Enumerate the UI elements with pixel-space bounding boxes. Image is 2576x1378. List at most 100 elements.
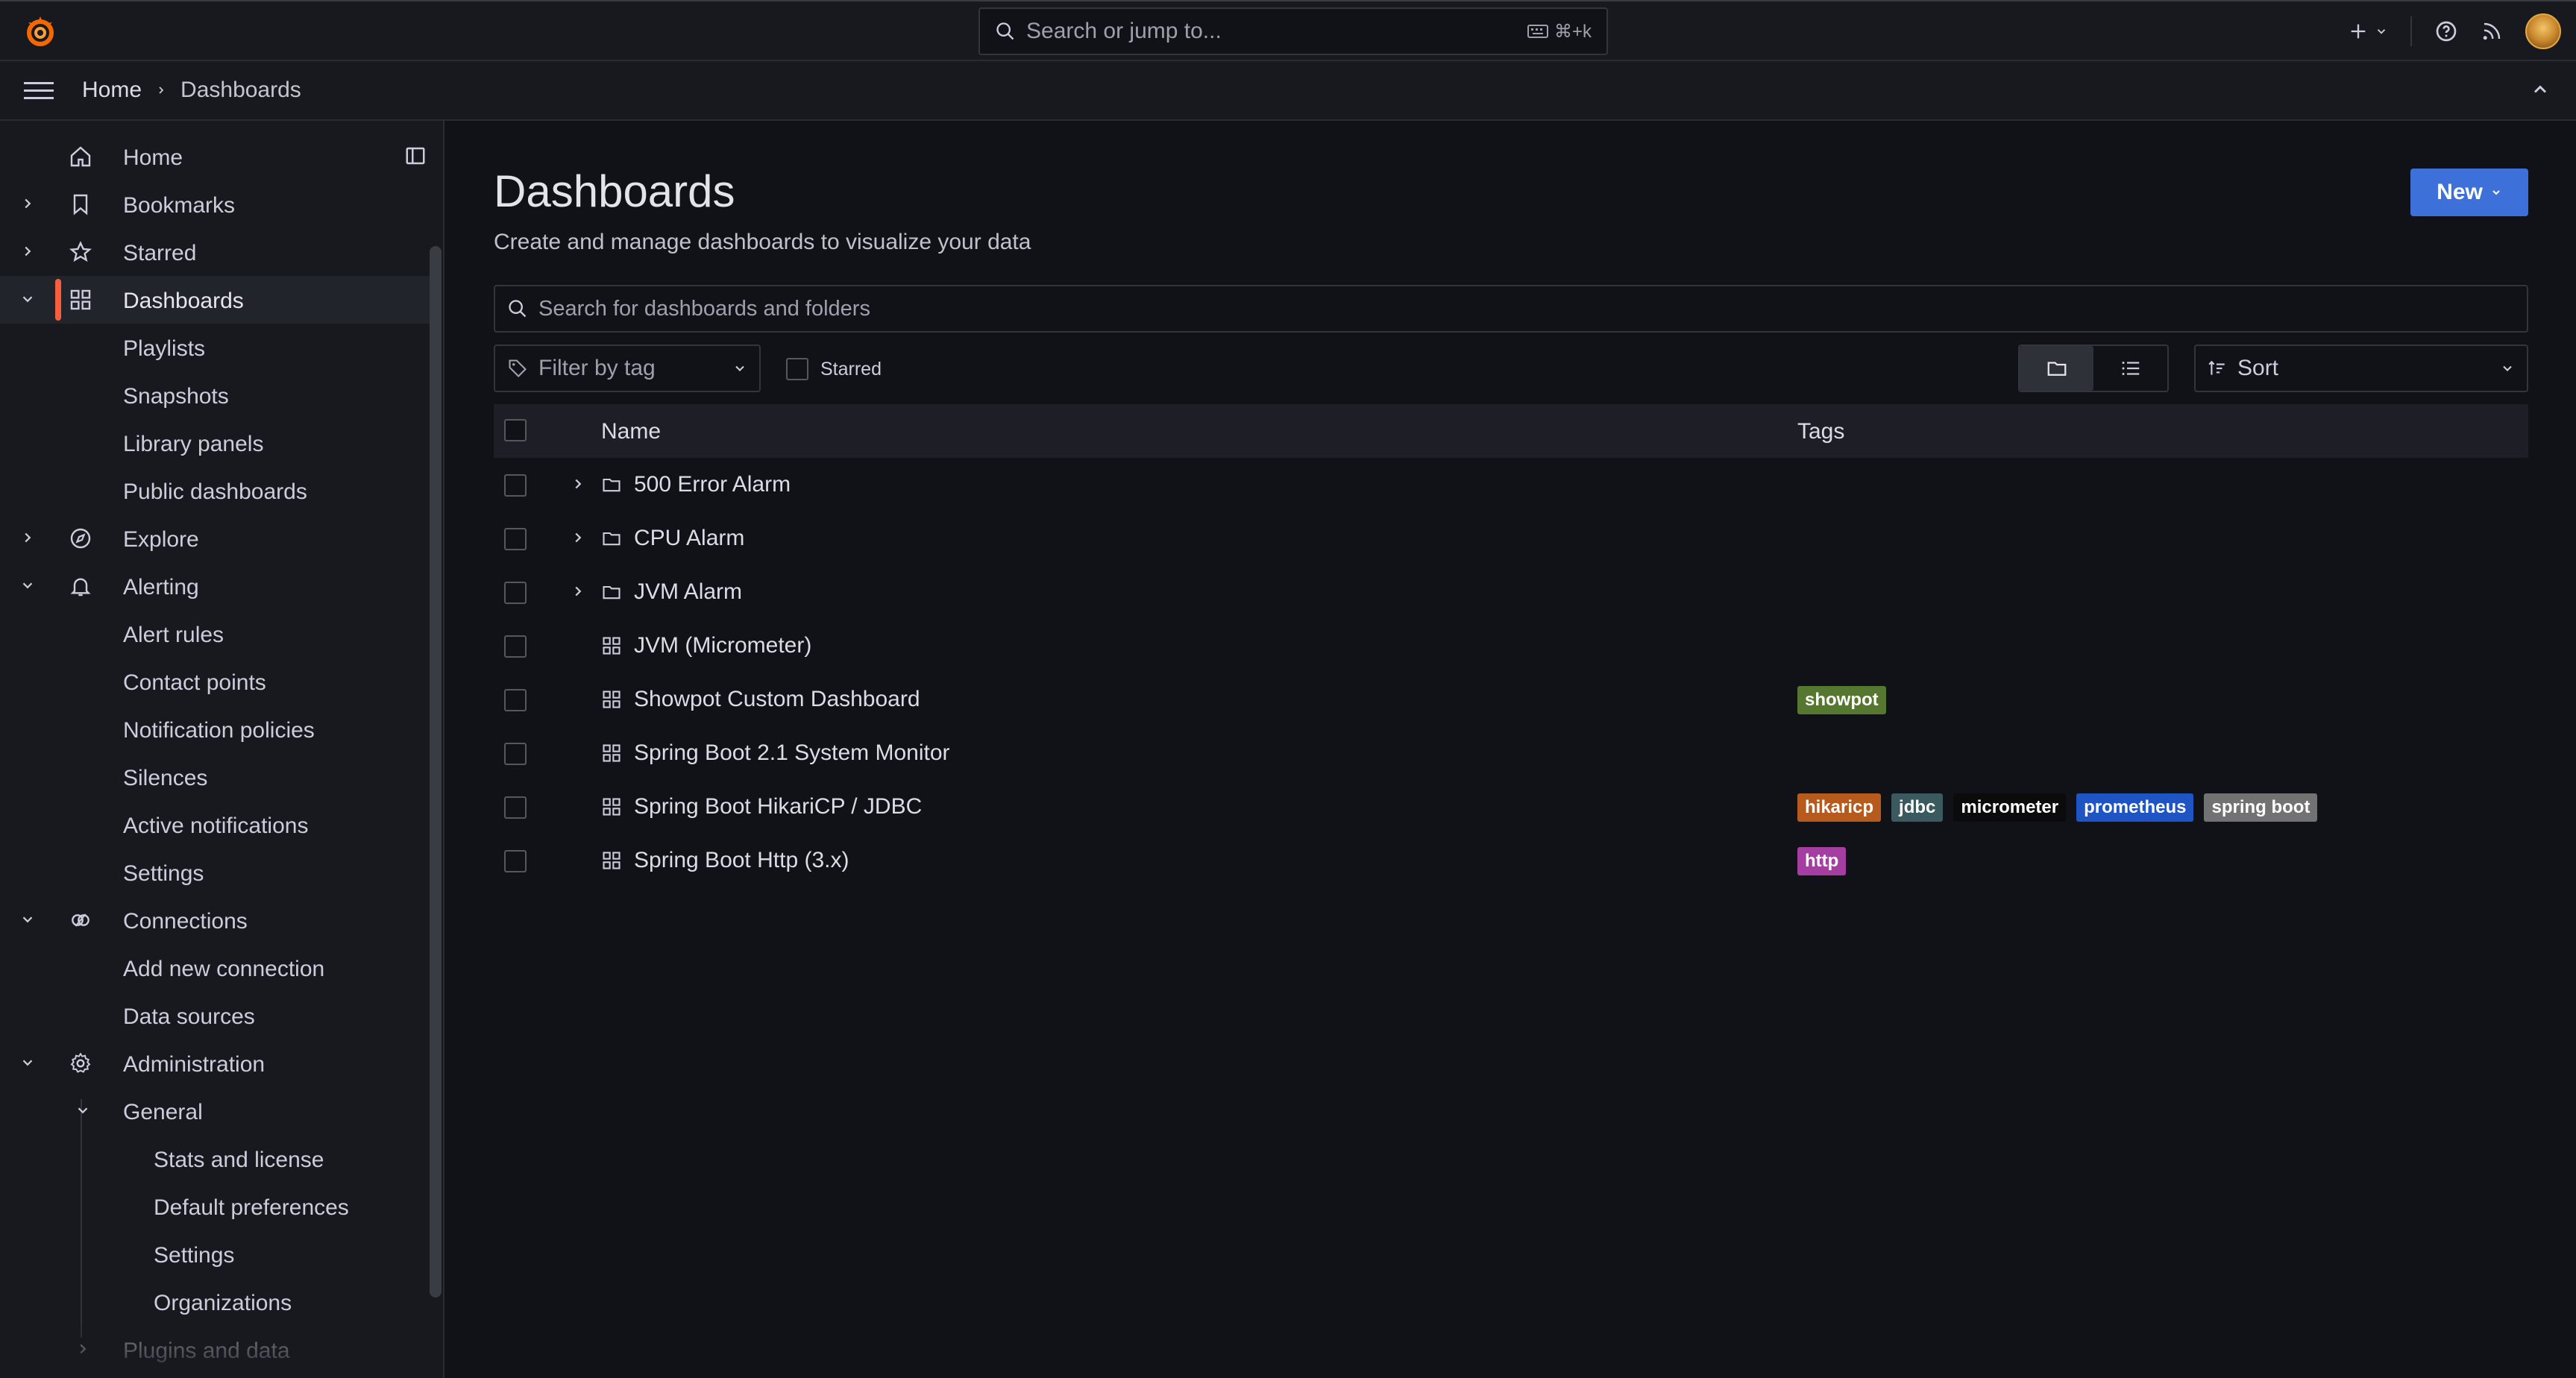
row-name-link[interactable]: Showpot Custom Dashboard (634, 687, 920, 712)
sidebar-scrollbar[interactable] (430, 246, 442, 1297)
sidebar-item-snapshots[interactable]: Snapshots (0, 371, 433, 419)
tag-jdbc[interactable]: jdbc (1891, 793, 1944, 822)
grafana-logo-icon[interactable] (22, 13, 58, 49)
starred-filter[interactable]: Starred (786, 358, 882, 380)
filter-tag-placeholder: Filter by tag (538, 356, 656, 380)
sidebar-item-plugins-and-data[interactable]: Plugins and data (0, 1326, 433, 1374)
chevron-right-icon[interactable] (570, 529, 586, 546)
folder-view-button[interactable] (2020, 346, 2093, 391)
row-checkbox[interactable] (504, 474, 527, 497)
chevron-right-icon[interactable] (75, 1341, 91, 1357)
sidebar-item-label: Dashboards (123, 289, 244, 313)
table-row[interactable]: Spring Boot 2.1 System Monitor (494, 726, 2528, 780)
row-checkbox[interactable] (504, 582, 527, 604)
news-feed-icon[interactable] (2481, 20, 2503, 43)
tag-hikaricp[interactable]: hikaricp (1797, 793, 1882, 822)
row-name-link[interactable]: Spring Boot 2.1 System Monitor (634, 740, 950, 766)
chevron-down-icon[interactable] (19, 291, 36, 307)
new-button[interactable]: New (2410, 169, 2528, 216)
tag-micrometer[interactable]: micrometer (1953, 793, 2067, 822)
sidebar-item-administration[interactable]: Administration (0, 1039, 433, 1087)
sidebar-item-default-preferences[interactable]: Default preferences (0, 1183, 433, 1230)
sidebar-item-home[interactable]: Home (0, 133, 433, 180)
breadcrumb-current: Dashboards (180, 78, 301, 102)
chevron-right-icon[interactable] (570, 583, 586, 600)
collapse-chevron-up-icon[interactable] (2530, 79, 2551, 100)
home-icon (69, 145, 92, 169)
sidebar-item-library-panels[interactable]: Library panels (0, 419, 433, 467)
row-name-link[interactable]: JVM Alarm (634, 579, 742, 605)
sidebar-item-contact-points[interactable]: Contact points (0, 658, 433, 705)
row-checkbox[interactable] (504, 743, 527, 765)
row-name-link[interactable]: JVM (Micrometer) (634, 633, 811, 658)
table-row[interactable]: JVM Alarm (494, 565, 2528, 619)
list-view-button[interactable] (2093, 346, 2167, 391)
chevron-right-icon (159, 86, 164, 94)
sidebar-item-alerting[interactable]: Alerting (0, 562, 433, 610)
table-row[interactable]: CPU Alarm (494, 512, 2528, 565)
row-checkbox[interactable] (504, 689, 527, 711)
sidebar-item-organizations[interactable]: Organizations (0, 1278, 433, 1326)
tag-http[interactable]: http (1797, 847, 1847, 875)
chevron-right-icon[interactable] (19, 195, 36, 212)
sort-select[interactable]: Sort (2194, 344, 2528, 392)
chevron-down-icon[interactable] (19, 577, 36, 594)
table-row[interactable]: Spring Boot Http (3.x) http (494, 834, 2528, 887)
table-row[interactable]: JVM (Micrometer) (494, 619, 2528, 673)
sidebar-item-playlists[interactable]: Playlists (0, 324, 433, 371)
sidebar-item-label: Snapshots (123, 384, 229, 409)
row-checkbox[interactable] (504, 528, 527, 550)
sidebar-item-stats-and-license[interactable]: Stats and license (0, 1135, 433, 1183)
table-row[interactable]: Showpot Custom Dashboard showpot (494, 673, 2528, 726)
dock-menu-icon[interactable] (404, 145, 427, 167)
sidebar-item-public-dashboards[interactable]: Public dashboards (0, 467, 433, 515)
sidebar-item-bookmarks[interactable]: Bookmarks (0, 180, 433, 228)
sidebar-item-notification-policies[interactable]: Notification policies (0, 705, 433, 753)
folder-icon (601, 582, 622, 603)
breadcrumb-home[interactable]: Home (82, 78, 142, 103)
filter-by-tag-select[interactable]: Filter by tag (494, 344, 761, 392)
row-checkbox[interactable] (504, 850, 527, 872)
chevron-right-icon[interactable] (19, 529, 36, 546)
add-plus-icon[interactable] (2348, 21, 2388, 42)
sidebar-item-connections[interactable]: Connections (0, 896, 433, 944)
sidebar-item-label: Active notifications (123, 814, 309, 838)
row-name-link[interactable]: CPU Alarm (634, 526, 744, 551)
table-row[interactable]: 500 Error Alarm (494, 458, 2528, 512)
help-icon[interactable] (2434, 19, 2458, 43)
chevron-right-icon[interactable] (570, 476, 586, 492)
sidebar-item-admin-settings[interactable]: Settings (0, 1230, 433, 1278)
row-checkbox[interactable] (504, 635, 527, 658)
sidebar-item-alert-rules[interactable]: Alert rules (0, 610, 433, 658)
top-right-actions (2348, 10, 2561, 52)
select-all-checkbox[interactable] (504, 419, 527, 441)
sidebar-item-data-sources[interactable]: Data sources (0, 992, 433, 1039)
dashboard-search-input[interactable]: Search for dashboards and folders (494, 285, 2528, 333)
sidebar-item-active-notifications[interactable]: Active notifications (0, 801, 433, 849)
chevron-down-icon (2503, 365, 2512, 371)
menu-hamburger-icon[interactable] (24, 78, 54, 104)
chevron-right-icon[interactable] (19, 243, 36, 259)
tag-spring-boot[interactable]: spring boot (2204, 793, 2318, 822)
dashboard-grid-icon (601, 850, 622, 871)
search-jump-input[interactable]: Search or jump to... ⌘+k (978, 7, 1608, 55)
user-avatar[interactable] (2525, 13, 2561, 49)
sidebar-item-add-new-connection[interactable]: Add new connection (0, 944, 433, 992)
sidebar-item-explore[interactable]: Explore (0, 515, 433, 562)
row-name-link[interactable]: Spring Boot HikariCP / JDBC (634, 794, 922, 819)
chevron-down-icon[interactable] (19, 911, 36, 928)
tag-showpot[interactable]: showpot (1797, 686, 1886, 714)
starred-checkbox[interactable] (786, 358, 808, 380)
tag-prometheus[interactable]: prometheus (2076, 793, 2194, 822)
row-name-link[interactable]: 500 Error Alarm (634, 472, 791, 497)
table-row[interactable]: Spring Boot HikariCP / JDBC hikaricp jdb… (494, 780, 2528, 834)
sidebar-item-starred[interactable]: Starred (0, 228, 433, 276)
sidebar-item-alerting-settings[interactable]: Settings (0, 849, 433, 896)
chevron-down-icon[interactable] (19, 1054, 36, 1071)
sidebar-item-dashboards[interactable]: Dashboards (0, 276, 433, 324)
row-name-link[interactable]: Spring Boot Http (3.x) (634, 848, 849, 873)
row-checkbox[interactable] (504, 796, 527, 819)
chevron-down-icon[interactable] (75, 1102, 91, 1119)
sidebar-item-general[interactable]: General (0, 1087, 433, 1135)
sidebar-item-silences[interactable]: Silences (0, 753, 433, 801)
